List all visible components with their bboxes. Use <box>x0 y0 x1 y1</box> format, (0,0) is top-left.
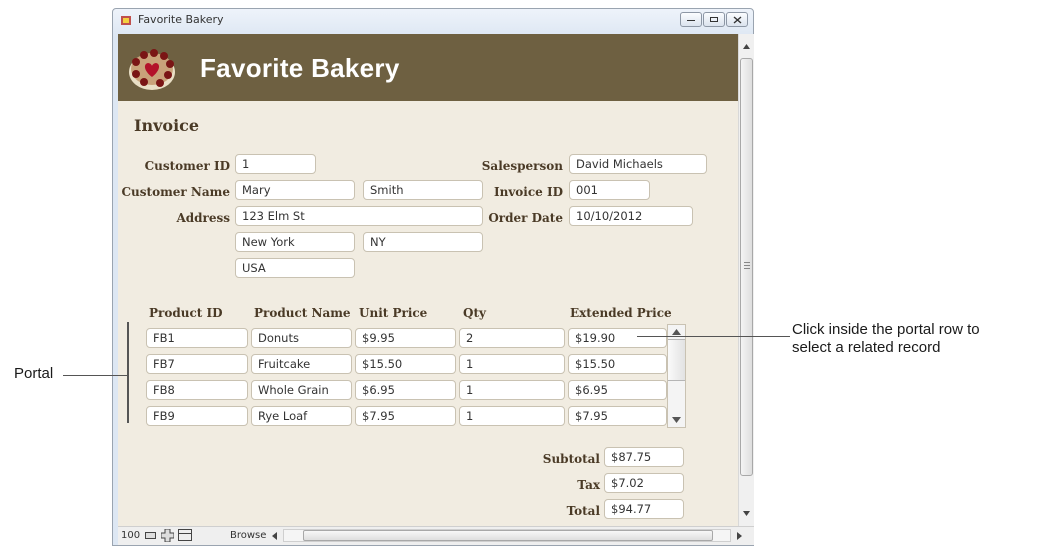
first-name-field[interactable]: Mary <box>235 180 355 200</box>
customer-id-label: Customer ID <box>144 159 230 173</box>
order-date-field[interactable]: 10/10/2012 <box>569 206 693 226</box>
column-header-unit-price: Unit Price <box>359 306 428 320</box>
product-id-cell[interactable]: FB7 <box>146 354 248 374</box>
status-bar: 100 Browse <box>118 526 754 545</box>
product-id-cell[interactable]: FB9 <box>146 406 248 426</box>
row-callout-line2: select a related record <box>792 339 941 356</box>
portal-callout: Portal <box>14 365 54 382</box>
country-field[interactable]: USA <box>235 258 355 278</box>
tax-field[interactable]: $7.02 <box>604 473 684 493</box>
product-name-cell[interactable]: Fruitcake <box>251 354 352 374</box>
scroll-down-icon[interactable] <box>672 417 681 423</box>
state-field[interactable]: NY <box>363 232 483 252</box>
qty-cell[interactable]: 2 <box>459 328 565 348</box>
row-callout-line1: Click inside the portal row to <box>792 321 980 338</box>
grip-icon <box>744 262 750 263</box>
qty-cell[interactable]: 1 <box>459 380 565 400</box>
maximize-icon <box>710 17 718 22</box>
zoom-in-icon[interactable] <box>161 529 174 542</box>
bakery-logo-icon <box>129 49 175 90</box>
column-header-product-name: Product Name <box>254 306 351 320</box>
minimize-button[interactable] <box>680 12 702 27</box>
portal-scrollbar[interactable] <box>667 324 686 428</box>
vertical-scroll-thumb[interactable] <box>740 58 753 476</box>
column-header-qty: Qty <box>463 306 486 320</box>
minimize-icon <box>687 20 695 22</box>
total-label: Total <box>566 504 600 518</box>
salesperson-field[interactable]: David Michaels <box>569 154 707 174</box>
app-window: Favorite Bakery Favorite Bakery Invoice … <box>112 8 754 546</box>
customer-name-label: Customer Name <box>121 185 231 199</box>
scroll-left-icon[interactable] <box>272 532 277 540</box>
qty-cell[interactable]: 1 <box>459 406 565 426</box>
portal-row[interactable]: FB1 Donuts $9.95 2 $19.90 <box>146 325 667 351</box>
layout-header-title: Favorite Bakery <box>200 53 400 83</box>
toggle-status-area-icon[interactable] <box>178 529 192 541</box>
scroll-down-icon[interactable] <box>743 511 750 516</box>
extended-price-cell[interactable]: $6.95 <box>568 380 667 400</box>
product-id-cell[interactable]: FB8 <box>146 380 248 400</box>
close-icon <box>733 16 742 24</box>
portal-callout-line <box>63 375 128 376</box>
invoice-heading: Invoice <box>134 116 200 135</box>
scroll-up-icon[interactable] <box>743 44 750 49</box>
mode-indicator[interactable]: Browse <box>230 530 266 541</box>
street-field[interactable]: 123 Elm St <box>235 206 483 226</box>
unit-price-cell[interactable]: $9.95 <box>355 328 456 348</box>
layout-area: Favorite Bakery Invoice Customer ID Cust… <box>118 34 738 526</box>
unit-price-cell[interactable]: $15.50 <box>355 354 456 374</box>
title-bar[interactable]: Favorite Bakery <box>113 9 753 31</box>
customer-id-field[interactable]: 1 <box>235 154 316 174</box>
unit-price-cell[interactable]: $7.95 <box>355 406 456 426</box>
vertical-scrollbar[interactable] <box>738 34 754 527</box>
product-name-cell[interactable]: Whole Grain <box>251 380 352 400</box>
address-label: Address <box>176 211 230 225</box>
salesperson-label: Salesperson <box>481 159 563 173</box>
scroll-right-icon[interactable] <box>737 532 742 540</box>
app-icon <box>121 16 131 25</box>
zoom-level[interactable]: 100 <box>121 530 140 541</box>
column-header-extended-price: Extended Price <box>570 306 672 320</box>
product-id-cell[interactable]: FB1 <box>146 328 248 348</box>
portal-scroll-thumb[interactable] <box>668 339 685 381</box>
close-button[interactable] <box>726 12 748 27</box>
invoice-id-field[interactable]: 001 <box>569 180 650 200</box>
extended-price-cell[interactable]: $19.90 <box>568 328 667 348</box>
row-callout-line <box>637 336 790 337</box>
order-date-label: Order Date <box>488 211 563 225</box>
product-name-cell[interactable]: Rye Loaf <box>251 406 352 426</box>
horizontal-scroll-thumb[interactable] <box>303 530 713 541</box>
last-name-field[interactable]: Smith <box>363 180 483 200</box>
portal-row[interactable]: FB9 Rye Loaf $7.95 1 $7.95 <box>146 403 667 429</box>
city-field[interactable]: New York <box>235 232 355 252</box>
portal-bracket <box>127 322 129 423</box>
total-field[interactable]: $94.77 <box>604 499 684 519</box>
window-title: Favorite Bakery <box>138 13 224 26</box>
extended-price-cell[interactable]: $7.95 <box>568 406 667 426</box>
portal-row[interactable]: FB8 Whole Grain $6.95 1 $6.95 <box>146 377 667 403</box>
column-header-product-id: Product ID <box>149 306 223 320</box>
portal-row[interactable]: FB7 Fruitcake $15.50 1 $15.50 <box>146 351 667 377</box>
qty-cell[interactable]: 1 <box>459 354 565 374</box>
scroll-up-icon[interactable] <box>672 329 681 335</box>
maximize-button[interactable] <box>703 12 725 27</box>
product-name-cell[interactable]: Donuts <box>251 328 352 348</box>
horizontal-scrollbar[interactable] <box>283 529 731 542</box>
extended-price-cell[interactable]: $15.50 <box>568 354 667 374</box>
unit-price-cell[interactable]: $6.95 <box>355 380 456 400</box>
zoom-out-icon[interactable] <box>145 532 156 539</box>
portal[interactable]: FB1 Donuts $9.95 2 $19.90 FB7 Fruitcake … <box>146 325 667 429</box>
subtotal-field[interactable]: $87.75 <box>604 447 684 467</box>
tax-label: Tax <box>577 478 600 492</box>
subtotal-label: Subtotal <box>542 452 600 466</box>
invoice-id-label: Invoice ID <box>493 185 563 199</box>
